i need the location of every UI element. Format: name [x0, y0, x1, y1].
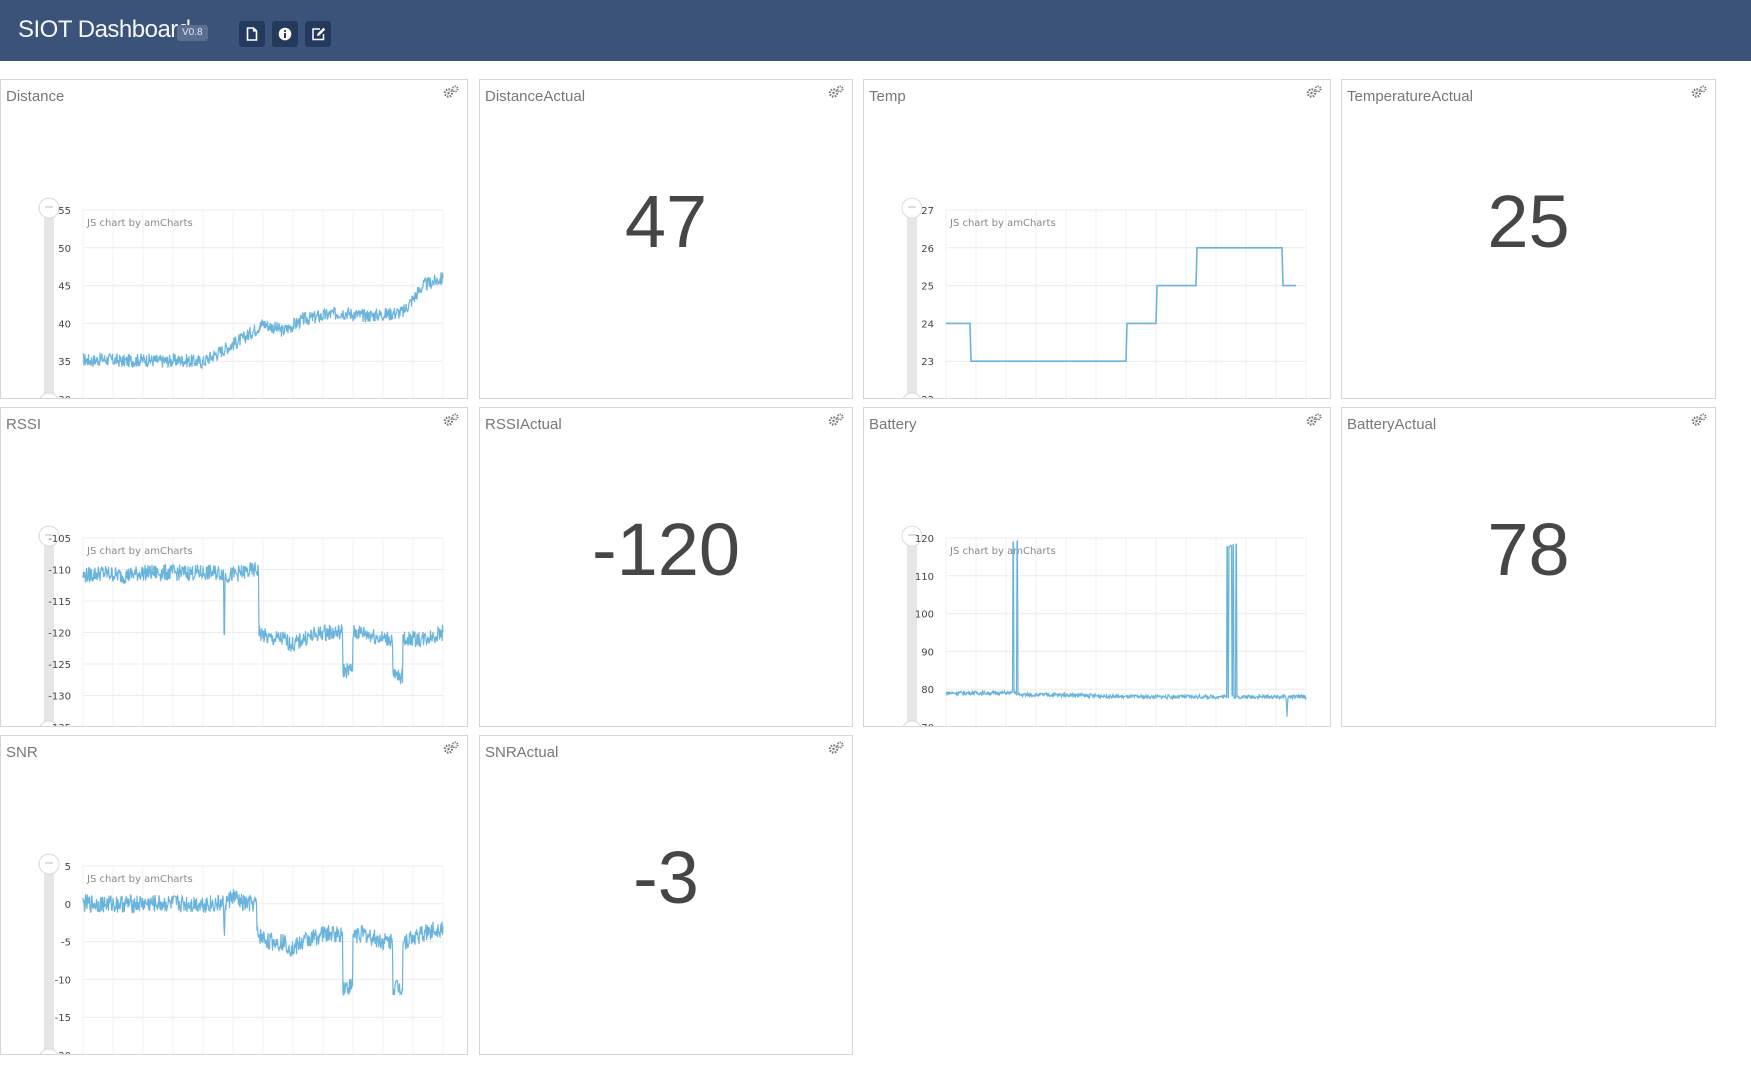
panel-title: Distance: [6, 88, 65, 105]
gear-icon[interactable]: [443, 413, 459, 427]
value-display: 78: [1487, 508, 1570, 591]
y-tick-label: 120: [915, 534, 934, 545]
y-scroll-grip-top[interactable]: [38, 197, 60, 219]
y-tick-label: 26: [921, 244, 934, 255]
y-scroll-grip-bottom[interactable]: [39, 392, 59, 398]
panel-temperature-actual: TemperatureActual 25: [1341, 79, 1716, 399]
y-tick-label: 80: [921, 685, 934, 696]
y-scroll-track[interactable]: [44, 206, 54, 398]
line-chart: 555045403530Jun 2406:0012:00JS chart by …: [38, 197, 444, 398]
y-tick-label: -130: [48, 692, 71, 703]
panel-temp: Temp 272625242322Jun 2406:0012:00JS char…: [863, 79, 1331, 399]
gear-icon[interactable]: [828, 85, 844, 99]
y-tick-label: 100: [915, 610, 934, 621]
y-tick-label: -110: [48, 566, 71, 577]
info-button[interactable]: [272, 21, 298, 47]
gear-icon[interactable]: [443, 85, 459, 99]
y-tick-label: 110: [915, 572, 934, 583]
chart-watermark: JS chart by amCharts: [86, 218, 193, 229]
gear-icon[interactable]: [1306, 85, 1322, 99]
y-tick-label: 30: [58, 395, 71, 398]
y-tick-label: -135: [48, 723, 71, 726]
y-scroll-track[interactable]: [44, 862, 54, 1054]
y-tick-label: -20: [55, 1051, 71, 1054]
gear-icon[interactable]: [1306, 413, 1322, 427]
chart-watermark: JS chart by amCharts: [86, 874, 193, 885]
y-tick-label: 5: [65, 862, 71, 873]
y-scroll-grip-top[interactable]: [38, 853, 60, 875]
y-tick-label: -10: [55, 975, 71, 986]
y-tick-label: 40: [58, 319, 71, 330]
panel-title: Battery: [869, 416, 917, 433]
panel-rssi: RSSI -105-110-115-120-125-130-135Jun 240…: [0, 407, 468, 727]
y-scroll-track[interactable]: [907, 206, 917, 398]
y-tick-label: 24: [921, 319, 934, 330]
info-icon: [278, 27, 292, 41]
y-tick-label: -105: [48, 534, 71, 545]
panel-snr-actual: SNRActual -3: [479, 735, 853, 1055]
gear-icon[interactable]: [1691, 413, 1707, 427]
series-line: [946, 247, 1296, 362]
panel-title: Temp: [869, 88, 906, 105]
new-page-button[interactable]: [239, 21, 265, 47]
panel-title: RSSIActual: [485, 416, 562, 433]
y-tick-label: 45: [58, 282, 71, 293]
y-tick-label: -125: [48, 660, 71, 671]
y-tick-label: 70: [921, 723, 934, 726]
y-tick-label: -15: [55, 1013, 71, 1024]
y-tick-label: -5: [61, 938, 71, 949]
panel-rssi-actual: RSSIActual -120: [479, 407, 853, 727]
line-chart: 120110100908070Jun 2406:0012:00JS chart …: [901, 525, 1307, 726]
y-scroll-track[interactable]: [907, 534, 917, 726]
y-tick-label: -120: [48, 629, 71, 640]
panel-title: RSSI: [6, 416, 42, 433]
line-chart: 50-5-10-15-20Jun 2406:0012:00JS chart by…: [38, 853, 444, 1054]
panel-battery-actual: BatteryActual 78: [1341, 407, 1716, 727]
panel-snr: SNR 50-5-10-15-20Jun 2406:0012:00JS char…: [0, 735, 468, 1055]
gear-icon[interactable]: [828, 741, 844, 755]
chart-watermark: JS chart by amCharts: [949, 546, 1056, 557]
y-tick-label: -115: [48, 597, 71, 608]
panel-distance-actual: DistanceActual 47: [479, 79, 853, 399]
gear-icon[interactable]: [443, 741, 459, 755]
edit-button[interactable]: [305, 21, 331, 47]
navbar: SIOT Dashboard V0.8: [0, 0, 1751, 61]
y-tick-label: 27: [921, 206, 934, 217]
file-icon: [246, 27, 258, 41]
app-title[interactable]: SIOT Dashboard: [18, 16, 191, 44]
line-chart: 272625242322Jun 2406:0012:00JS chart by …: [901, 197, 1307, 398]
panel-battery: Battery 120110100908070Jun 2406:0012:00J…: [863, 407, 1331, 727]
version-badge: V0.8: [177, 25, 208, 41]
gear-icon[interactable]: [1691, 85, 1707, 99]
panel-title: BatteryActual: [1347, 416, 1437, 433]
y-tick-label: 23: [921, 357, 934, 368]
line-chart: -105-110-115-120-125-130-135Jun 2406:001…: [38, 525, 444, 726]
panel-distance: Distance 555045403530Jun 2406:0012:00JS …: [0, 79, 468, 399]
y-tick-label: 0: [65, 900, 71, 911]
y-tick-label: 35: [58, 357, 71, 368]
chart-watermark: JS chart by amCharts: [949, 218, 1056, 229]
value-display: 25: [1487, 180, 1570, 263]
y-tick-label: 22: [921, 395, 934, 398]
panel-title: DistanceActual: [485, 88, 586, 105]
y-tick-label: 55: [58, 206, 71, 217]
y-scroll-grip-top[interactable]: [901, 197, 923, 219]
chart-watermark: JS chart by amCharts: [86, 546, 193, 557]
value-display: -120: [591, 508, 741, 591]
edit-icon: [311, 27, 325, 41]
gear-icon[interactable]: [828, 413, 844, 427]
value-display: 47: [624, 180, 708, 263]
y-tick-label: 90: [921, 647, 934, 658]
panel-title: SNR: [6, 744, 38, 761]
y-tick-label: 50: [58, 244, 71, 255]
value-display: -3: [633, 836, 699, 919]
panel-title: TemperatureActual: [1347, 88, 1473, 105]
panel-title: SNRActual: [485, 744, 559, 761]
y-scroll-grip-bottom[interactable]: [902, 720, 922, 726]
y-scroll-grip-bottom[interactable]: [902, 392, 922, 398]
y-tick-label: 25: [921, 282, 934, 293]
